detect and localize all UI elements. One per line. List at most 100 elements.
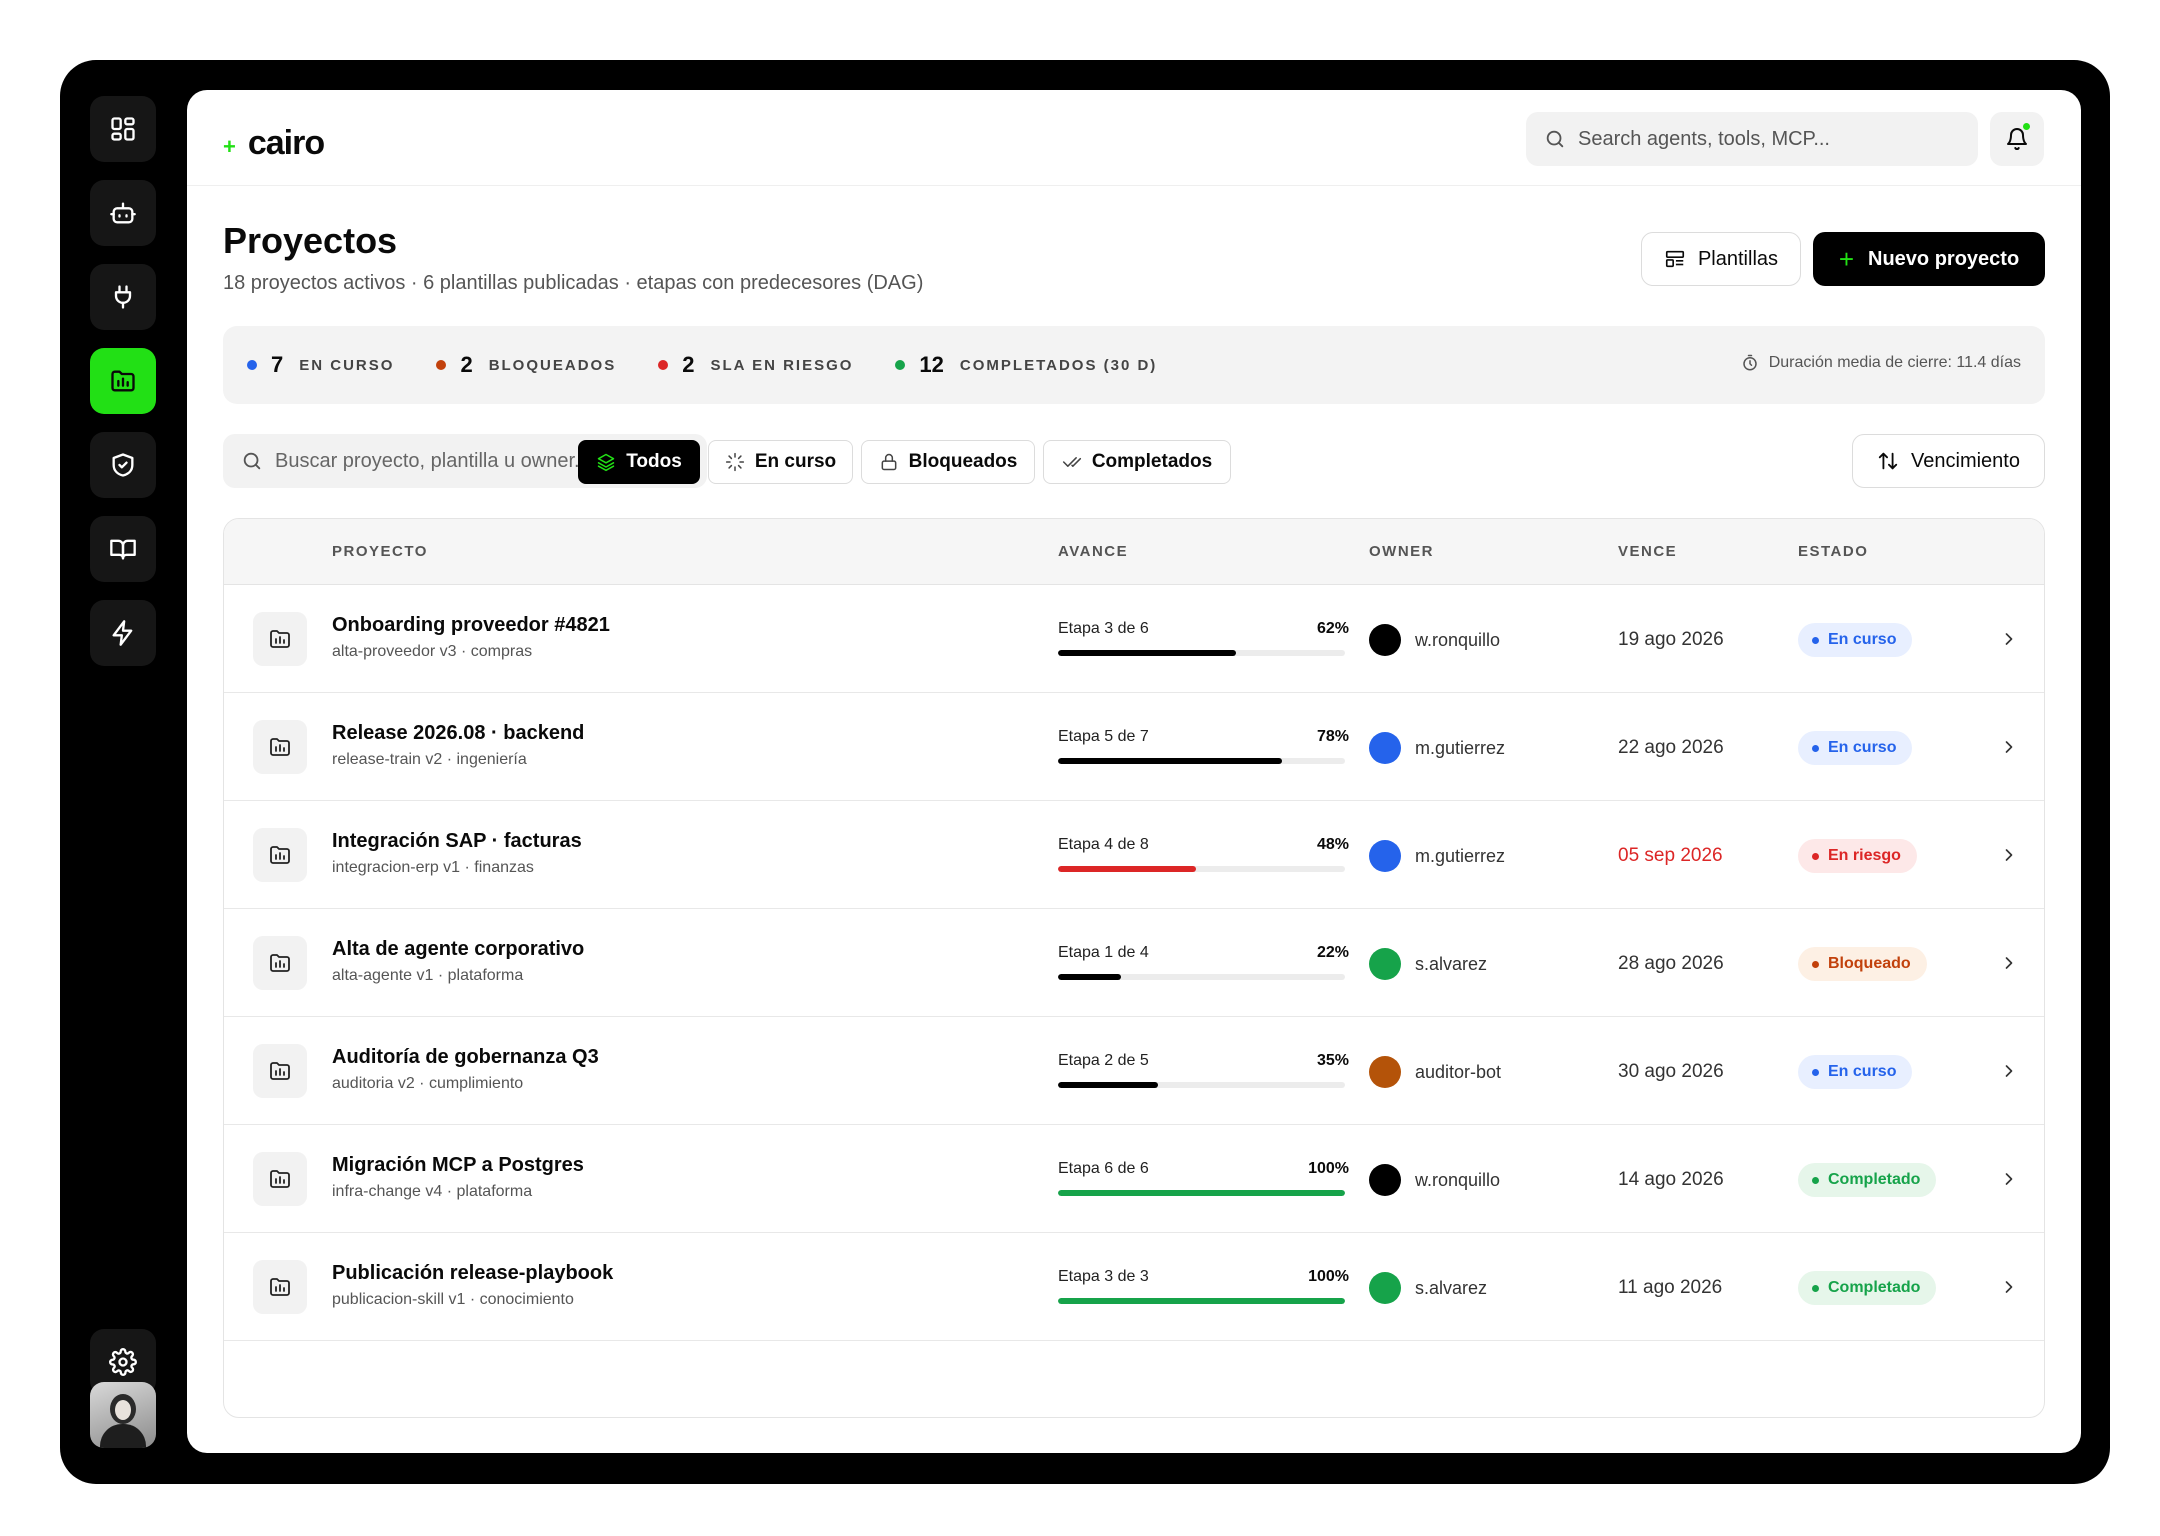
- project-name[interactable]: Publicación release-playbook: [332, 1262, 613, 1285]
- sort-button[interactable]: Vencimiento: [1852, 434, 2045, 488]
- stat-dot: [658, 360, 669, 370]
- stat-item[interactable]: 2 SLA EN RIESGO: [658, 352, 853, 378]
- filter-chip-completados[interactable]: Completados: [1043, 440, 1231, 484]
- progress-bar-fill: [1058, 974, 1122, 980]
- status-badge: Completado: [1798, 1163, 1937, 1197]
- project-stage: Etapa 6 de 6: [1058, 1160, 1149, 1177]
- templates-button-label: Plantillas: [1697, 247, 1779, 270]
- stat-item[interactable]: 7 EN CURSO: [247, 352, 394, 378]
- project-due-date: 05 sep 2026: [1618, 845, 1723, 866]
- nav-agents[interactable]: [90, 180, 156, 246]
- table-row[interactable]: Onboarding proveedor #4821 alta-proveedor…: [224, 585, 2044, 693]
- project-owner[interactable]: m.gutierrez: [1415, 738, 1505, 759]
- app-frame: + cairo Proyectos 18 proyectos activos ·…: [60, 60, 2110, 1484]
- project-due-date: 22 ago 2026: [1618, 737, 1724, 758]
- lightning-icon: [112, 620, 133, 646]
- filter-chip-todos[interactable]: Todos: [578, 440, 700, 484]
- project-owner[interactable]: s.alvarez: [1415, 954, 1487, 975]
- progress-bar-fill: [1058, 1298, 1345, 1304]
- stats-list: 7 EN CURSO 2 BLOQUEADOS 2 SLA EN RIESGO 12 COMP…: [247, 352, 1199, 378]
- project-owner[interactable]: auditor-bot: [1415, 1062, 1501, 1083]
- project-template: integracion-erp v1 · finanzas: [332, 859, 534, 876]
- project-name[interactable]: Auditoría de gobernanza Q3: [332, 1046, 599, 1069]
- progress-bar: [1058, 650, 1345, 656]
- project-icon: [253, 1260, 307, 1314]
- progress-bar-fill: [1058, 758, 1282, 764]
- status-badge: Bloqueado: [1798, 947, 1927, 981]
- sort-arrows-icon: [1878, 452, 1898, 470]
- project-icon: [253, 612, 307, 666]
- project-owner[interactable]: m.gutierrez: [1415, 846, 1505, 867]
- open-project-button[interactable]: [1995, 1057, 2023, 1085]
- progress-bar-fill: [1058, 1082, 1159, 1088]
- project-name[interactable]: Migración MCP a Postgres: [332, 1154, 584, 1177]
- table-row[interactable]: Migración MCP a Postgres infra-change v4 …: [224, 1125, 2044, 1233]
- stat-item[interactable]: 2 BLOQUEADOS: [436, 352, 616, 378]
- owner-avatar: [1369, 948, 1401, 980]
- top-bar: + cairo: [187, 90, 2081, 186]
- project-icon: [253, 936, 307, 990]
- project-icon: [253, 720, 307, 774]
- brand-logo[interactable]: + cairo: [223, 124, 325, 163]
- project-name[interactable]: Alta de agente corporativo: [332, 938, 584, 961]
- table-row[interactable]: Integración SAP · facturas integracion-er…: [224, 801, 2044, 909]
- progress-bar: [1058, 1298, 1345, 1304]
- col-header-vence[interactable]: VENCE: [1618, 543, 1677, 560]
- global-search-input[interactable]: [1578, 127, 1958, 151]
- new-project-button[interactable]: + Nuevo proyecto: [1813, 232, 2045, 286]
- open-project-button[interactable]: [1995, 625, 2023, 653]
- nav-projects[interactable]: [90, 348, 156, 414]
- filter-chip-label: Todos: [626, 451, 682, 472]
- project-owner[interactable]: w.ronquillo: [1415, 630, 1500, 651]
- project-name[interactable]: Release 2026.08 · backend: [332, 722, 584, 745]
- project-owner[interactable]: s.alvarez: [1415, 1278, 1487, 1299]
- project-owner[interactable]: w.ronquillo: [1415, 1170, 1500, 1191]
- filter-chip-bloqueados[interactable]: Bloqueados: [861, 440, 1035, 484]
- stats-bar: 7 EN CURSO 2 BLOQUEADOS 2 SLA EN RIESGO 12 COMP…: [223, 326, 2045, 404]
- project-template: alta-agente v1 · plataforma: [332, 967, 524, 984]
- gear-icon: [109, 1348, 137, 1376]
- progress-bar: [1058, 1190, 1345, 1196]
- progress-bar-fill: [1058, 650, 1236, 656]
- project-name[interactable]: Integración SAP · facturas: [332, 830, 582, 853]
- stat-label: SLA EN RIESGO: [710, 356, 854, 374]
- table-row[interactable]: Release 2026.08 · backend release-train v…: [224, 693, 2044, 801]
- notifications-button[interactable]: [1990, 112, 2044, 166]
- chevron-right-icon: [2005, 1281, 2013, 1293]
- col-header-proyecto[interactable]: PROYECTO: [332, 543, 428, 560]
- nav-knowledge[interactable]: [90, 516, 156, 582]
- project-progress-percent: 48%: [1316, 836, 1349, 853]
- global-search[interactable]: [1526, 112, 1978, 166]
- col-header-owner[interactable]: OWNER: [1369, 543, 1434, 560]
- project-due-date: 11 ago 2026: [1618, 1277, 1723, 1298]
- nav-integrations[interactable]: [90, 264, 156, 330]
- chevron-right-icon: [2005, 633, 2013, 645]
- open-project-button[interactable]: [1995, 841, 2023, 869]
- user-avatar[interactable]: [90, 1382, 156, 1448]
- chevron-right-icon: [2005, 1173, 2013, 1185]
- col-header-estado[interactable]: ESTADO: [1798, 543, 1868, 560]
- project-name[interactable]: Onboarding proveedor #4821: [332, 614, 610, 637]
- status-dot: [1812, 960, 1819, 968]
- project-progress-percent: 78%: [1316, 728, 1349, 745]
- stat-item[interactable]: 12 COMPLETADOS (30 D): [895, 352, 1157, 378]
- open-project-button[interactable]: [1995, 949, 2023, 977]
- nav-governance[interactable]: [90, 432, 156, 498]
- project-folder-icon: [270, 1062, 290, 1080]
- table-row[interactable]: Auditoría de gobernanza Q3 auditoria v2 ·…: [224, 1017, 2044, 1125]
- project-progress-percent: 100%: [1308, 1268, 1349, 1285]
- filter-chip-en-curso[interactable]: En curso: [708, 440, 853, 484]
- table-row[interactable]: Alta de agente corporativo alta-agente v1…: [224, 909, 2044, 1017]
- open-project-button[interactable]: [1995, 1165, 2023, 1193]
- status-dot: [1812, 852, 1819, 860]
- open-project-button[interactable]: [1995, 1273, 2023, 1301]
- col-header-avance[interactable]: AVANCE: [1058, 543, 1128, 560]
- table-row[interactable]: Publicación release-playbook publicacion-…: [224, 1233, 2044, 1341]
- open-project-button[interactable]: [1995, 733, 2023, 761]
- nav-dashboard[interactable]: [90, 96, 156, 162]
- sort-button-label: Vencimiento: [1911, 449, 2020, 472]
- templates-button[interactable]: Plantillas: [1641, 232, 1801, 286]
- project-progress-percent: 100%: [1308, 1160, 1349, 1177]
- nav-automations[interactable]: [90, 600, 156, 666]
- status-dot: [1812, 636, 1819, 644]
